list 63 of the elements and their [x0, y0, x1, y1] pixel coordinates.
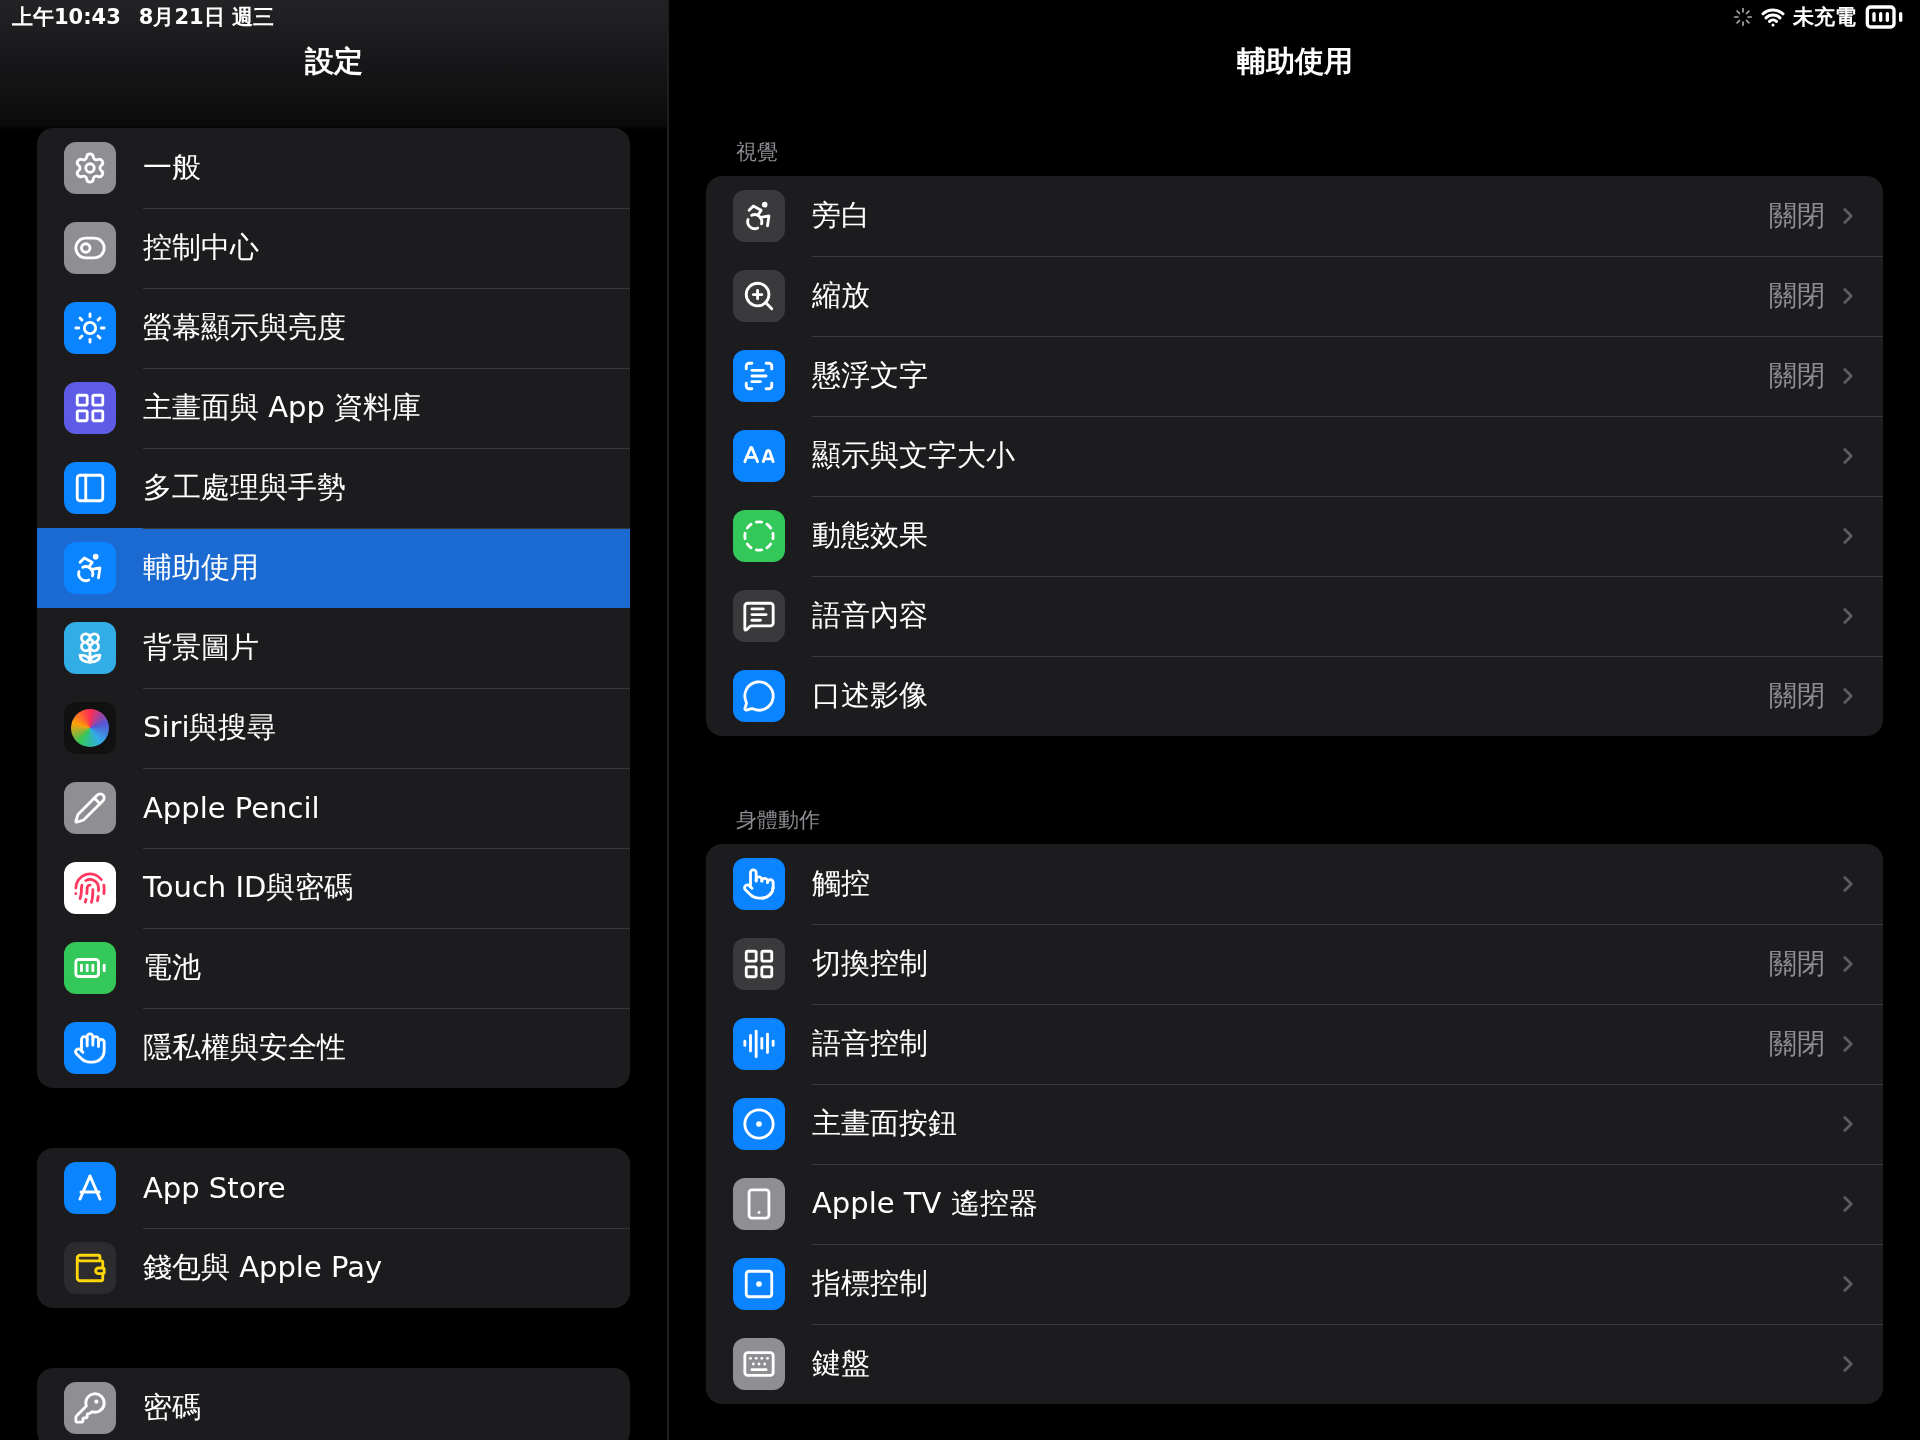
- sidebar-item[interactable]: 輔助使用: [37, 528, 630, 608]
- sidebar-title: 設定: [304, 43, 363, 80]
- settings-row[interactable]: 語音控制 關閉: [706, 1004, 1883, 1084]
- grid-icon: [733, 938, 785, 990]
- settings-row[interactable]: Apple TV 遙控器: [706, 1164, 1883, 1244]
- sidebar-item[interactable]: 控制中心: [37, 208, 630, 288]
- status-date: 8月21日 週三: [138, 4, 274, 31]
- accessibility-icon: [64, 542, 116, 594]
- text-size-icon: [733, 430, 785, 482]
- battery-icon: [64, 942, 116, 994]
- section-header: 視覺: [735, 139, 779, 166]
- sidebar-item[interactable]: 螢幕顯示與亮度: [37, 288, 630, 368]
- orb-icon: [64, 702, 116, 754]
- pointer-hand-icon: [733, 858, 785, 910]
- sidebar-item[interactable]: 背景圖片: [37, 608, 630, 688]
- settings-row[interactable]: 懸浮文字 關閉: [706, 336, 1883, 416]
- fingerprint-icon: [64, 862, 116, 914]
- sidebar-item[interactable]: 一般: [37, 128, 630, 208]
- toggle-icon: [64, 222, 116, 274]
- section-header: 身體動作: [735, 807, 821, 834]
- charging-status: 未充電: [1793, 4, 1856, 31]
- settings-row[interactable]: 口述影像 關閉: [706, 656, 1883, 736]
- sidebar-item[interactable]: Apple Pencil: [37, 768, 630, 848]
- status-time: 上午10:43: [12, 4, 121, 31]
- wallet-icon: [64, 1242, 116, 1294]
- text-scan-icon: [733, 350, 785, 402]
- audio-lines-icon: [733, 1018, 785, 1070]
- settings-row[interactable]: 語音內容: [706, 576, 1883, 656]
- app-store-icon: [64, 1162, 116, 1214]
- panel-icon: [64, 462, 116, 514]
- page-title: 輔助使用: [1236, 43, 1353, 80]
- settings-row[interactable]: 鍵盤: [706, 1324, 1883, 1404]
- pencil-icon: [64, 782, 116, 834]
- sidebar-item[interactable]: Touch ID與密碼: [37, 848, 630, 928]
- settings-row[interactable]: 指標控制: [706, 1244, 1883, 1324]
- settings-row[interactable]: 主畫面按鈕: [706, 1084, 1883, 1164]
- sidebar-item[interactable]: 隱私權與安全性: [37, 1008, 630, 1088]
- accessibility-icon: [733, 190, 785, 242]
- sun-icon: [64, 302, 116, 354]
- settings-row[interactable]: 顯示與文字大小: [706, 416, 1883, 496]
- sidebar-item[interactable]: 錢包與 Apple Pay: [37, 1228, 630, 1308]
- settings-row[interactable]: 旁白 關閉: [706, 176, 1883, 256]
- key-icon: [64, 1382, 116, 1434]
- settings-row[interactable]: 觸控: [706, 844, 1883, 924]
- keyboard-icon: [733, 1338, 785, 1390]
- sidebar-item[interactable]: Siri與搜尋: [37, 688, 630, 768]
- activity-icon: [1733, 7, 1753, 27]
- settings-row[interactable]: 動態效果: [706, 496, 1883, 576]
- settings-row[interactable]: 切換控制 關閉: [706, 924, 1883, 1004]
- speech-bubble-icon: [733, 670, 785, 722]
- home-button-icon: [733, 1098, 785, 1150]
- flower-icon: [64, 622, 116, 674]
- settings-row[interactable]: 縮放 關閉: [706, 256, 1883, 336]
- sidebar-item[interactable]: 電池: [37, 928, 630, 1008]
- gear-icon: [64, 142, 116, 194]
- sidebar-item[interactable]: 密碼: [37, 1368, 630, 1440]
- zoom-icon: [733, 270, 785, 322]
- speech-bubble-icon: [733, 590, 785, 642]
- sidebar-item[interactable]: 多工處理與手勢: [37, 448, 630, 528]
- hand-icon: [64, 1022, 116, 1074]
- grid-icon: [64, 382, 116, 434]
- sidebar-item[interactable]: App Store: [37, 1148, 630, 1228]
- sidebar-item[interactable]: 主畫面與 App 資料庫: [37, 368, 630, 448]
